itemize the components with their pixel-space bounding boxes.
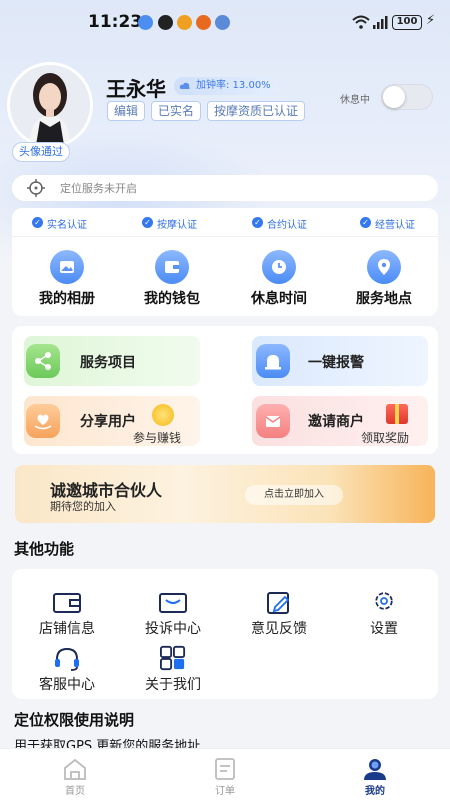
about-us-label[interactable]: 关于我们 [133, 674, 213, 694]
avatar[interactable] [7, 62, 93, 148]
verify-business: 经营认证 [375, 220, 415, 231]
check-icon: ✓ [142, 217, 153, 228]
location-notice-title: 定位权限使用说明 [14, 711, 135, 729]
user-icon[interactable] [362, 757, 388, 781]
weibo-notification-icon [177, 15, 192, 30]
quick-wallet-label[interactable]: 我的钱包 [127, 288, 217, 308]
wifi-icon [352, 15, 370, 29]
heart-hand-icon [26, 404, 60, 438]
alarm-icon [256, 344, 290, 378]
location-pin-icon[interactable] [367, 250, 401, 284]
album-icon[interactable] [50, 250, 84, 284]
mail-icon[interactable] [158, 590, 188, 616]
rest-toggle-knob[interactable] [383, 86, 405, 108]
massage-qualified-tag: 按摩资质已认证 [207, 101, 306, 121]
join-now-button[interactable]: 点击立即加入 [245, 485, 343, 505]
headset-icon[interactable] [52, 646, 82, 672]
settings-label[interactable]: 设置 [344, 618, 424, 638]
check-icon: ✓ [252, 217, 263, 228]
tab-home[interactable]: 首页 [55, 782, 95, 797]
quick-album-label[interactable]: 我的相册 [22, 288, 112, 308]
cloud-icon [179, 82, 190, 89]
envelope-heart-icon [256, 404, 290, 438]
gift-icon [386, 404, 408, 424]
verified-name-tag: 已实名 [151, 101, 202, 121]
check-icon: ✓ [32, 217, 43, 228]
coin-icon [152, 404, 174, 426]
home-icon[interactable] [62, 757, 88, 781]
rest-status-label: 休息中 [340, 95, 370, 106]
share-users-label[interactable]: 分享用户 [80, 411, 136, 431]
store-info-label[interactable]: 店铺信息 [27, 618, 107, 638]
invite-merchants-sub: 领取奖励 [361, 431, 410, 445]
crosshair-icon [27, 179, 45, 197]
quick-rest-time-label[interactable]: 休息时间 [234, 288, 324, 308]
gear-icon[interactable] [369, 588, 399, 614]
battery-icon: 100 [392, 15, 422, 30]
verify-massage: 按摩认证 [157, 220, 197, 231]
edit-icon[interactable] [264, 590, 294, 616]
divider [12, 236, 438, 237]
complaint-center-label[interactable]: 投诉中心 [133, 618, 213, 638]
verify-contract: 合约认证 [267, 220, 307, 231]
other-functions-title: 其他功能 [14, 540, 75, 558]
order-icon[interactable] [212, 757, 238, 781]
app-notification-icon [138, 15, 153, 30]
app-notification-icon-2 [215, 15, 230, 30]
share-nodes-icon [26, 344, 60, 378]
avatar-approved-badge: 头像通过 [12, 142, 70, 162]
emergency-alarm-label[interactable]: 一键报警 [308, 352, 364, 372]
location-status-text: 定位服务未开启 [60, 182, 137, 195]
status-bar: 11:23 100 ⚡ [0, 0, 450, 44]
feedback-label[interactable]: 意见反馈 [239, 618, 319, 638]
status-time: 11:23 [88, 12, 143, 32]
tab-orders[interactable]: 订单 [205, 782, 245, 797]
qq-notification-icon [158, 15, 173, 30]
share-users-sub: 参与赚钱 [133, 431, 182, 445]
tab-mine[interactable]: 我的 [355, 782, 395, 797]
verify-realname: 实名认证 [47, 220, 87, 231]
grid-icon[interactable] [158, 645, 188, 671]
clock-icon[interactable] [262, 250, 296, 284]
check-icon: ✓ [360, 217, 371, 228]
banner-subtitle: 期待您的加入 [50, 500, 116, 513]
wallet-icon[interactable] [155, 250, 189, 284]
user-name: 王永华 [106, 77, 166, 101]
quick-service-location-label[interactable]: 服务地点 [339, 288, 429, 308]
weibo-notification-icon-2 [196, 15, 211, 30]
charging-icon: ⚡ [426, 13, 436, 28]
customer-service-label[interactable]: 客服中心 [27, 674, 107, 694]
signal-icon [373, 16, 388, 29]
service-items-label[interactable]: 服务项目 [80, 352, 136, 372]
store-icon[interactable] [52, 590, 82, 616]
avatar-photo [10, 65, 90, 145]
edit-tag[interactable]: 编辑 [107, 101, 146, 121]
invite-merchants-label[interactable]: 邀请商户 [308, 411, 364, 431]
